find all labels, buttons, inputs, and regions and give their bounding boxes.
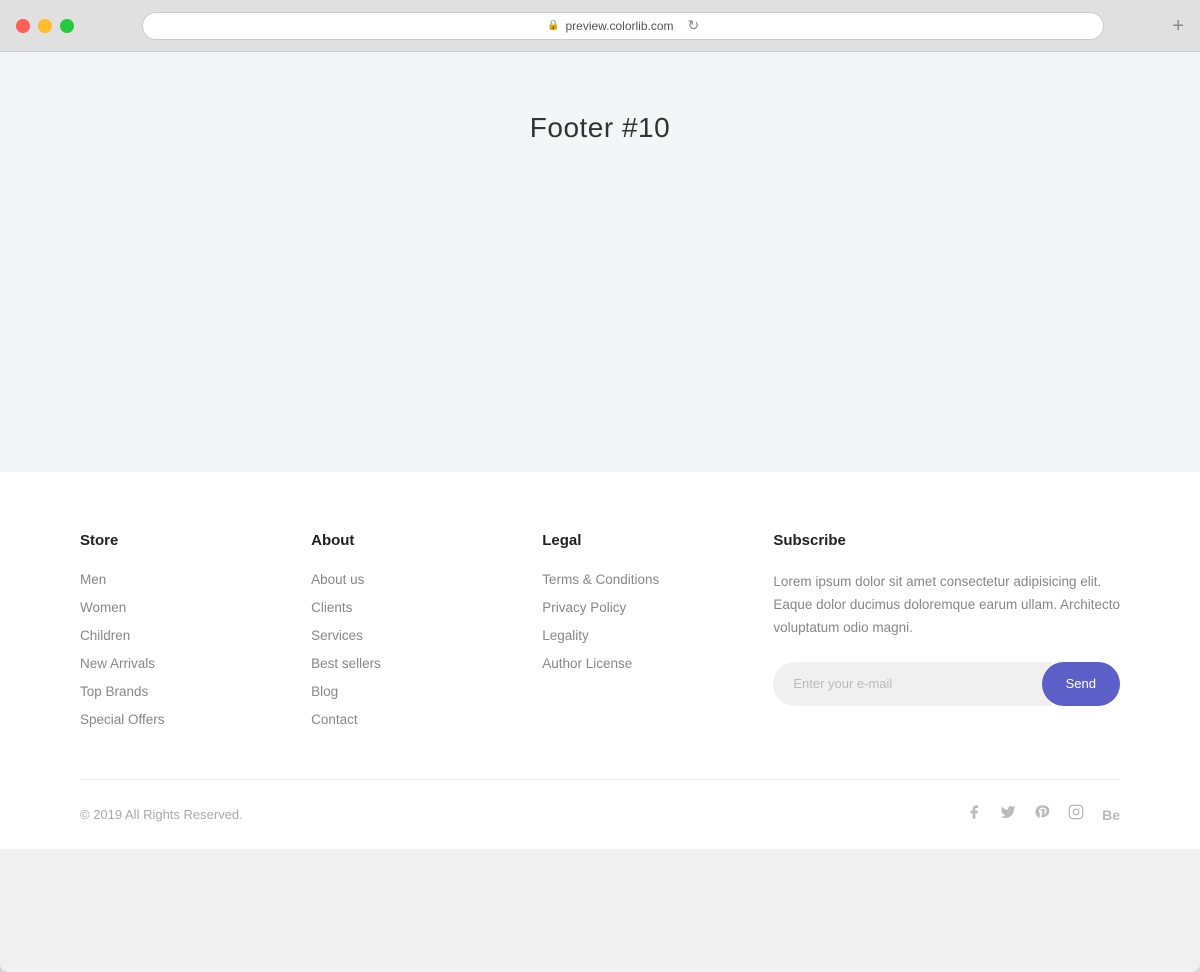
copyright-text: © 2019 All Rights Reserved. <box>80 807 243 822</box>
behance-icon[interactable]: Be <box>1102 807 1120 823</box>
new-tab-button[interactable]: + <box>1172 16 1184 36</box>
list-item: Best sellers <box>311 655 542 673</box>
about-link-blog[interactable]: Blog <box>311 684 338 699</box>
twitter-icon[interactable] <box>1000 804 1016 825</box>
store-link-top-brands[interactable]: Top Brands <box>80 684 148 699</box>
list-item: Contact <box>311 711 542 729</box>
legal-link-privacy[interactable]: Privacy Policy <box>542 600 626 615</box>
list-item: Author License <box>542 655 773 673</box>
about-link-services[interactable]: Services <box>311 628 363 643</box>
subscribe-form: Send <box>773 662 1120 706</box>
list-item: About us <box>311 571 542 589</box>
about-link-about-us[interactable]: About us <box>311 572 364 587</box>
subscribe-heading: Subscribe <box>773 532 1120 549</box>
footer-col-about: About About us Clients Services Best sel… <box>311 532 542 729</box>
list-item: Privacy Policy <box>542 599 773 617</box>
facebook-icon[interactable] <box>966 804 982 825</box>
browser-window: 🔒 preview.colorlib.com ↻ + Footer #10 St… <box>0 0 1200 972</box>
list-item: Top Brands <box>80 683 311 701</box>
footer-col-store: Store Men Women Children New Arrivals To… <box>80 532 311 729</box>
store-link-men[interactable]: Men <box>80 572 106 587</box>
legal-link-legality[interactable]: Legality <box>542 628 589 643</box>
footer-columns: Store Men Women Children New Arrivals To… <box>80 532 1120 779</box>
about-link-contact[interactable]: Contact <box>311 712 358 727</box>
social-icons: Be <box>966 804 1120 825</box>
list-item: Terms & Conditions <box>542 571 773 589</box>
maximize-button[interactable] <box>60 19 74 33</box>
list-item: Special Offers <box>80 711 311 729</box>
close-button[interactable] <box>16 19 30 33</box>
list-item: Legality <box>542 627 773 645</box>
list-item: Blog <box>311 683 542 701</box>
store-link-special-offers[interactable]: Special Offers <box>80 712 165 727</box>
store-heading: Store <box>80 532 311 549</box>
about-heading: About <box>311 532 542 549</box>
subscribe-description: Lorem ipsum dolor sit amet consectetur a… <box>773 571 1120 640</box>
list-item: Clients <box>311 599 542 617</box>
store-link-children[interactable]: Children <box>80 628 130 643</box>
minimize-button[interactable] <box>38 19 52 33</box>
send-button[interactable]: Send <box>1042 662 1120 706</box>
address-bar[interactable]: 🔒 preview.colorlib.com ↻ <box>142 12 1104 40</box>
about-link-best-sellers[interactable]: Best sellers <box>311 656 381 671</box>
legal-links: Terms & Conditions Privacy Policy Legali… <box>542 571 773 673</box>
list-item: New Arrivals <box>80 655 311 673</box>
browser-titlebar: 🔒 preview.colorlib.com ↻ + <box>0 0 1200 52</box>
url-text: preview.colorlib.com <box>565 19 673 33</box>
store-link-women[interactable]: Women <box>80 600 126 615</box>
reload-button[interactable]: ↻ <box>688 17 700 34</box>
page-content-area: Footer #10 <box>0 52 1200 472</box>
about-links: About us Clients Services Best sellers B… <box>311 571 542 729</box>
lock-icon: 🔒 <box>547 20 559 31</box>
legal-link-author-license[interactable]: Author License <box>542 656 632 671</box>
list-item: Women <box>80 599 311 617</box>
footer-bottom: © 2019 All Rights Reserved. Be <box>80 779 1120 849</box>
footer-col-subscribe: Subscribe Lorem ipsum dolor sit amet con… <box>773 532 1120 729</box>
legal-heading: Legal <box>542 532 773 549</box>
page-title: Footer #10 <box>530 112 670 144</box>
footer-col-legal: Legal Terms & Conditions Privacy Policy … <box>542 532 773 729</box>
list-item: Children <box>80 627 311 645</box>
pinterest-icon[interactable] <box>1034 804 1050 825</box>
about-link-clients[interactable]: Clients <box>311 600 352 615</box>
instagram-icon[interactable] <box>1068 804 1084 825</box>
footer: Store Men Women Children New Arrivals To… <box>0 472 1200 849</box>
store-link-new-arrivals[interactable]: New Arrivals <box>80 656 155 671</box>
list-item: Services <box>311 627 542 645</box>
email-input[interactable] <box>773 662 1051 706</box>
store-links: Men Women Children New Arrivals Top Bran… <box>80 571 311 729</box>
list-item: Men <box>80 571 311 589</box>
legal-link-terms[interactable]: Terms & Conditions <box>542 572 659 587</box>
